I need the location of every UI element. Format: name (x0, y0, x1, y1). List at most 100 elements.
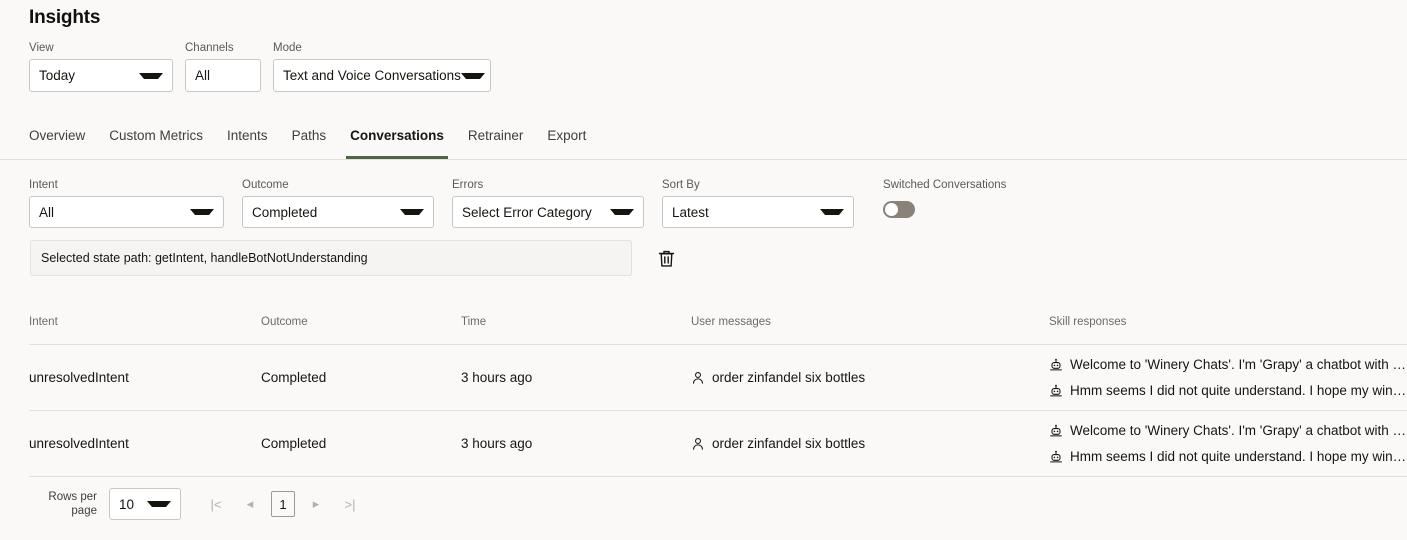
skill-response-line: Welcome to 'Winery Chats'. I'm 'Grapy' a… (1049, 354, 1407, 376)
skill-response-text: Hmm seems I did not quite understand. I … (1070, 380, 1407, 402)
cell-outcome: Completed (261, 436, 461, 451)
skill-response-text: Welcome to 'Winery Chats'. I'm 'Grapy' a… (1070, 354, 1407, 376)
outcome-select[interactable]: Completed (242, 196, 434, 228)
errors-filter-group: Errors Select Error Category (452, 178, 644, 228)
channels-filter-group: Channels All (185, 41, 261, 92)
conversation-filter-bar: Intent All Outcome Completed Errors Sele… (29, 178, 1006, 228)
cell-skill-responses: Welcome to 'Winery Chats'. I'm 'Grapy' a… (1049, 420, 1407, 468)
column-header-user-messages: User messages (691, 315, 1049, 329)
tab-export[interactable]: Export (535, 126, 598, 159)
rows-per-page-value: 10 (119, 497, 134, 512)
sort-by-label: Sort By (662, 178, 854, 192)
user-message-text: order zinfandel six bottles (712, 433, 865, 455)
view-select[interactable]: Today (29, 59, 173, 92)
user-message-line: order zinfandel six bottles (691, 367, 1049, 389)
chevron-down-icon (400, 209, 424, 215)
last-page-button[interactable]: >| (337, 491, 363, 517)
tab-bar: Overview Custom Metrics Intents Paths Co… (0, 126, 1407, 160)
tab-conversations[interactable]: Conversations (338, 126, 456, 159)
page-title: Insights (29, 7, 100, 29)
table-row[interactable]: unresolvedIntent Completed 3 hours ago o… (29, 411, 1407, 477)
errors-label: Errors (452, 178, 644, 192)
switched-conversations-group: Switched Conversations (883, 178, 1006, 218)
table-header-row: Intent Outcome Time User messages Skill … (29, 315, 1407, 345)
outcome-value: Completed (252, 205, 317, 220)
errors-value: Select Error Category (462, 205, 592, 220)
view-value: Today (39, 68, 75, 83)
cell-user-messages: order zinfandel six bottles (691, 433, 1049, 455)
intent-filter-group: Intent All (29, 178, 224, 228)
chevron-down-icon (610, 209, 634, 215)
bot-icon (1049, 424, 1063, 438)
current-page-number[interactable]: 1 (271, 491, 295, 517)
outcome-filter-group: Outcome Completed (242, 178, 434, 228)
user-icon (691, 371, 705, 385)
intent-label: Intent (29, 178, 224, 192)
top-filter-bar: View Today Channels All Mode Text and Vo… (29, 41, 491, 92)
cell-time: 3 hours ago (461, 370, 691, 385)
errors-select[interactable]: Select Error Category (452, 196, 644, 228)
pagination: Rows per page 10 |< ◂ 1 ▸ >| (29, 488, 363, 520)
tab-retrainer[interactable]: Retrainer (456, 126, 536, 159)
bot-icon (1049, 384, 1063, 398)
table-row[interactable]: unresolvedIntent Completed 3 hours ago o… (29, 345, 1407, 411)
chevron-down-icon (147, 501, 171, 507)
skill-response-line: Hmm seems I did not quite understand. I … (1049, 380, 1407, 402)
cell-user-messages: order zinfandel six bottles (691, 367, 1049, 389)
view-filter-group: View Today (29, 41, 173, 92)
chevron-down-icon (190, 209, 214, 215)
column-header-time: Time (461, 315, 691, 329)
toggle-knob (885, 203, 898, 216)
skill-response-text: Hmm seems I did not quite understand. I … (1070, 446, 1407, 468)
next-page-button[interactable]: ▸ (303, 491, 329, 517)
cell-outcome: Completed (261, 370, 461, 385)
user-icon (691, 437, 705, 451)
rows-per-page-label: Rows per page (29, 490, 97, 518)
chevron-down-icon (139, 73, 163, 79)
conversations-table: Intent Outcome Time User messages Skill … (29, 315, 1407, 477)
outcome-label: Outcome (242, 178, 434, 192)
switched-conversations-label: Switched Conversations (883, 178, 1006, 192)
channels-select[interactable]: All (185, 59, 261, 92)
user-message-text: order zinfandel six bottles (712, 367, 865, 389)
mode-filter-group: Mode Text and Voice Conversations (273, 41, 491, 92)
selected-state-path-field[interactable]: Selected state path: getIntent, handleBo… (30, 240, 632, 276)
cell-intent: unresolvedIntent (29, 370, 261, 385)
skill-response-text: Welcome to 'Winery Chats'. I'm 'Grapy' a… (1070, 420, 1407, 442)
intent-value: All (39, 205, 54, 220)
mode-label: Mode (273, 41, 491, 55)
user-message-line: order zinfandel six bottles (691, 433, 1049, 455)
intent-select[interactable]: All (29, 196, 224, 228)
tab-paths[interactable]: Paths (280, 126, 339, 159)
rows-per-page-select[interactable]: 10 (109, 488, 181, 520)
cell-intent: unresolvedIntent (29, 436, 261, 451)
switched-conversations-toggle[interactable] (883, 201, 915, 218)
cell-time: 3 hours ago (461, 436, 691, 451)
chevron-down-icon (820, 209, 844, 215)
page-buttons: |< ◂ 1 ▸ >| (203, 491, 363, 517)
sort-by-value: Latest (672, 205, 709, 220)
first-page-button[interactable]: |< (203, 491, 229, 517)
mode-select[interactable]: Text and Voice Conversations (273, 59, 491, 92)
selected-state-path-row: Selected state path: getIntent, handleBo… (30, 240, 678, 276)
tab-custom-metrics[interactable]: Custom Metrics (97, 126, 215, 159)
cell-skill-responses: Welcome to 'Winery Chats'. I'm 'Grapy' a… (1049, 354, 1407, 402)
column-header-skill-responses: Skill responses (1049, 315, 1407, 329)
bot-icon (1049, 358, 1063, 372)
tab-intents[interactable]: Intents (215, 126, 280, 159)
previous-page-button[interactable]: ◂ (237, 491, 263, 517)
channels-label: Channels (185, 41, 261, 55)
sort-by-filter-group: Sort By Latest (662, 178, 854, 228)
trash-icon (658, 249, 675, 268)
clear-state-path-button[interactable] (654, 246, 678, 270)
insights-page: Insights View Today Channels All Mode Te… (0, 0, 1407, 540)
channels-value: All (195, 68, 210, 83)
tab-overview[interactable]: Overview (29, 126, 97, 159)
column-header-outcome: Outcome (261, 315, 461, 329)
mode-value: Text and Voice Conversations (283, 68, 461, 83)
view-label: View (29, 41, 173, 55)
skill-response-line: Hmm seems I did not quite understand. I … (1049, 446, 1407, 468)
column-header-intent: Intent (29, 315, 261, 329)
skill-response-line: Welcome to 'Winery Chats'. I'm 'Grapy' a… (1049, 420, 1407, 442)
sort-by-select[interactable]: Latest (662, 196, 854, 228)
